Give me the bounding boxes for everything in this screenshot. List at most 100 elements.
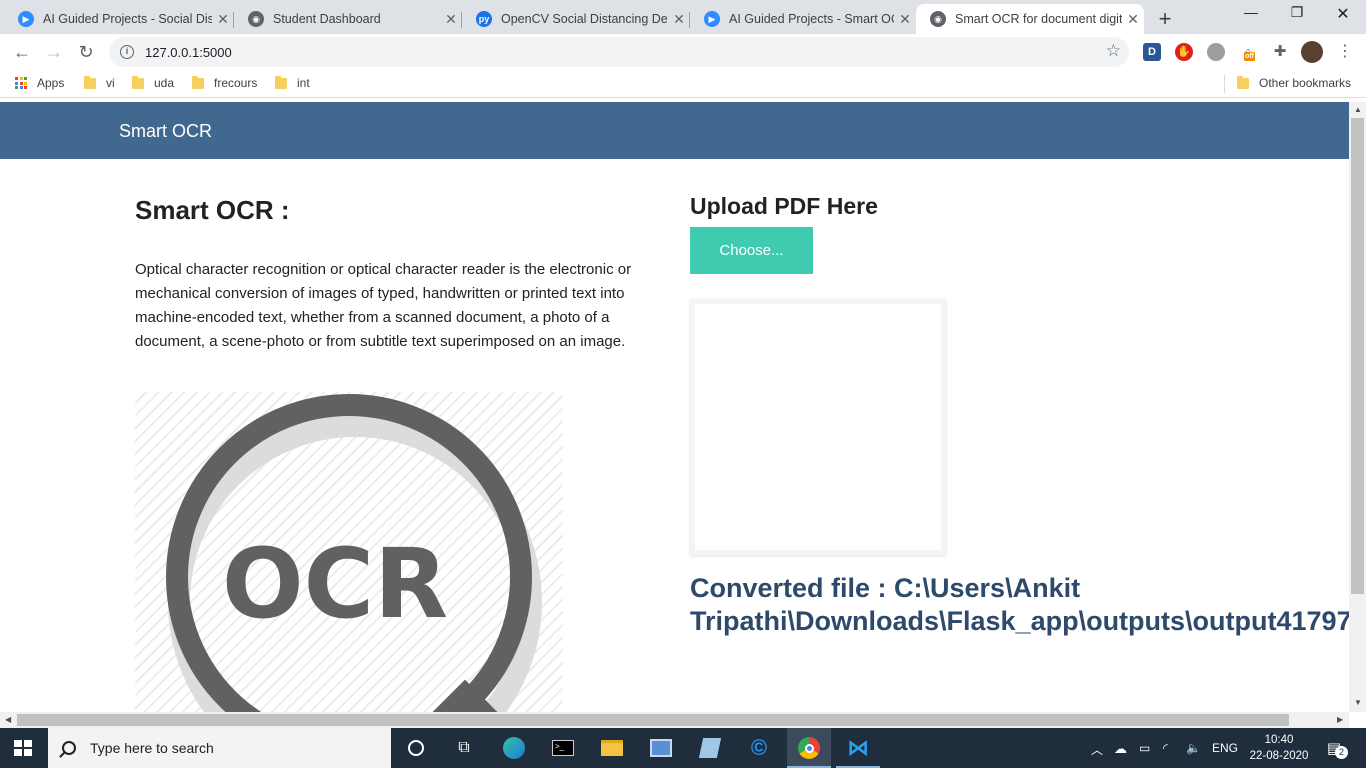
tab-title: AI Guided Projects - Smart OCR [729, 12, 894, 26]
search-icon [62, 741, 76, 755]
back-icon[interactable]: ← [10, 40, 34, 64]
chrome-icon[interactable] [797, 736, 821, 760]
extension-circle-icon[interactable] [1207, 43, 1225, 61]
tab-title: OpenCV Social Distancing Dete [501, 12, 668, 26]
task-view-icon[interactable]: ⧉ [452, 736, 476, 760]
notepad-icon[interactable] [698, 736, 722, 760]
ocr-logo-text: OCR [222, 528, 448, 640]
search-placeholder: Type here to search [90, 740, 214, 756]
cortana-icon[interactable] [404, 736, 428, 760]
avatar[interactable] [1301, 41, 1323, 63]
ocr-logo-svg: OCR [166, 394, 542, 712]
pyimagesearch-icon: py [476, 11, 492, 27]
edge-icon[interactable] [502, 736, 526, 760]
new-tab-icon[interactable]: + [1154, 6, 1176, 32]
site-info-icon[interactable]: i [120, 45, 134, 59]
close-tab-icon[interactable]: ✕ [1122, 11, 1144, 28]
folder-icon [275, 75, 287, 89]
file-explorer-icon[interactable] [600, 736, 624, 760]
close-tab-icon[interactable]: ✕ [894, 11, 916, 28]
horizontal-scroll-thumb[interactable] [17, 714, 1289, 726]
bookmark-uda[interactable]: uda [132, 75, 175, 90]
close-window-icon[interactable]: ✕ [1320, 4, 1366, 24]
apps-grid-icon [15, 77, 27, 89]
bookmark-label: uda [154, 76, 175, 90]
converted-file-path: Converted file : C:\Users\Ankit Tripathi… [690, 573, 1349, 636]
horizontal-scrollbar[interactable]: ◀ ▶ [0, 712, 1349, 728]
ccleaner-icon[interactable]: © [747, 735, 771, 760]
app-brand[interactable]: Smart OCR [119, 121, 212, 142]
bookmark-int[interactable]: int [275, 75, 310, 90]
bookmark-label: int [297, 76, 310, 90]
tab-title: Student Dashboard [273, 12, 381, 26]
bookmark-label: frecours [214, 76, 258, 90]
browser-tab-strip: ▶ AI Guided Projects - Social Dist ✕ ◉ S… [0, 0, 1366, 34]
action-center-icon[interactable]: ▤ 2 [1322, 736, 1348, 760]
bookmark-vi[interactable]: vi [84, 75, 115, 90]
tab-ai-guided-social[interactable]: ▶ AI Guided Projects - Social Dist ✕ [0, 4, 234, 34]
bookmark-frecours[interactable]: frecours [192, 75, 258, 90]
battery-icon[interactable]: ▭ [1139, 741, 1150, 755]
restore-icon[interactable]: ❐ [1274, 4, 1320, 21]
bookmarks-bar: Apps vi uda frecours int Other bookmarks [0, 70, 1366, 98]
wifi-icon[interactable]: ◜ [1163, 741, 1168, 755]
windows-taskbar: Type here to search ⧉ >_ © ⋈ ︿ ☁ ▭ ◜ 🔈 E… [0, 728, 1366, 768]
tab-smart-ocr[interactable]: ◉ Smart OCR for document digit ✕ [916, 4, 1144, 34]
reload-icon[interactable]: ↻ [74, 40, 98, 64]
page-viewport: Smart OCR Smart OCR : Optical character … [0, 102, 1349, 712]
tab-title: Smart OCR for document digit [955, 12, 1122, 26]
globe-icon: ◉ [930, 11, 946, 27]
volume-icon[interactable]: 🔈 [1186, 741, 1201, 755]
scroll-left-icon[interactable]: ◀ [5, 715, 11, 724]
ocr-logo-image: OCR [135, 392, 563, 712]
tray-chevron-icon[interactable]: ︿ [1091, 741, 1103, 758]
adblock-extension-icon[interactable]: ✋ [1175, 43, 1193, 61]
vscode-icon[interactable]: ⋈ [846, 735, 870, 760]
network-app-icon[interactable] [649, 736, 673, 760]
extension-off-icon[interactable]: off⌂ [1239, 43, 1257, 61]
clock-date: 22-08-2020 [1249, 750, 1309, 762]
close-tab-icon[interactable]: ✕ [668, 11, 690, 28]
scroll-up-icon[interactable]: ▲ [1354, 105, 1362, 114]
zoom-icon: ▶ [18, 11, 34, 27]
scroll-right-icon[interactable]: ▶ [1337, 715, 1343, 724]
bookmark-label: Apps [37, 76, 65, 90]
ocr-description: Optical character recognition or optical… [135, 261, 632, 350]
taskbar-clock[interactable]: 10:40 22-08-2020 [1249, 732, 1309, 764]
extensions-puzzle-icon[interactable]: ✚ [1271, 43, 1289, 61]
bookmarks-divider [1224, 75, 1225, 93]
tab-ai-guided-ocr[interactable]: ▶ AI Guided Projects - Smart OCR ✕ [690, 4, 916, 34]
app-header: Smart OCR [0, 102, 1349, 159]
address-bar[interactable]: i 127.0.0.1:5000 ☆ [109, 37, 1129, 67]
tab-opencv[interactable]: py OpenCV Social Distancing Dete ✕ [462, 4, 690, 34]
vertical-scrollbar[interactable]: ▲ ▼ [1349, 102, 1366, 712]
minimize-icon[interactable]: — [1228, 4, 1274, 20]
bookmark-star-icon[interactable]: ☆ [1106, 41, 1121, 61]
bookmark-apps[interactable]: Apps [15, 76, 64, 90]
folder-icon [1237, 75, 1249, 89]
folder-icon [132, 75, 144, 89]
choose-file-button[interactable]: Choose... [690, 227, 813, 274]
forward-icon[interactable]: → [42, 40, 66, 64]
bookmark-other[interactable]: Other bookmarks [1237, 75, 1352, 90]
close-tab-icon[interactable]: ✕ [212, 11, 234, 28]
tab-student-dashboard[interactable]: ◉ Student Dashboard ✕ [234, 4, 462, 34]
zoom-icon: ▶ [704, 11, 720, 27]
menu-kebab-icon[interactable]: ⋮ [1333, 40, 1357, 64]
upload-heading: Upload PDF Here [690, 193, 878, 219]
language-indicator[interactable]: ENG [1212, 741, 1238, 755]
browser-toolbar: ← → ↻ i 127.0.0.1:5000 ☆ D ✋ off⌂ ✚ ⋮ [0, 34, 1366, 70]
onedrive-icon[interactable]: ☁ [1114, 741, 1127, 757]
bookmark-label: Other bookmarks [1259, 76, 1352, 90]
address-text: 127.0.0.1:5000 [145, 44, 232, 60]
scroll-down-icon[interactable]: ▼ [1354, 698, 1362, 707]
folder-icon [192, 75, 204, 89]
windows-start-icon[interactable] [14, 740, 32, 756]
pdf-preview-box [690, 299, 946, 555]
close-tab-icon[interactable]: ✕ [440, 11, 462, 28]
vertical-scroll-thumb[interactable] [1351, 118, 1364, 594]
terminal-icon[interactable]: >_ [551, 736, 575, 760]
dashlane-extension-icon[interactable]: D [1143, 43, 1161, 61]
folder-icon [84, 75, 96, 89]
taskbar-search[interactable]: Type here to search [48, 728, 391, 768]
